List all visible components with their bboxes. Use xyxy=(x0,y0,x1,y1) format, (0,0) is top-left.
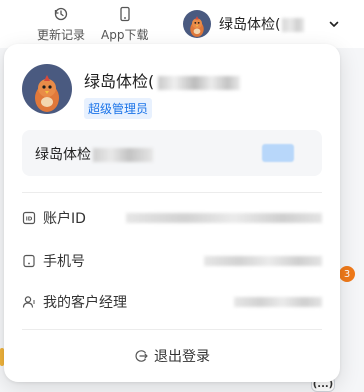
app-download-button[interactable]: App下载 xyxy=(101,6,148,43)
top-bar: 更新记录 App下载 绿岛体检( xyxy=(0,0,364,48)
user-menu-trigger[interactable]: 绿岛体检( xyxy=(183,7,340,41)
role-badge: 超级管理员 xyxy=(84,98,153,119)
page: 3 (...) 更新记录 App下载 绿岛体检(绿岛体检(超级管理员 绿岛体… xyxy=(0,0,364,392)
profile-header: 绿岛体检( 超级管理员 xyxy=(22,64,241,119)
account-id-label: 账户ID xyxy=(43,211,86,227)
user-profile-popover: 绿岛体检( 超级管理员 绿岛体检 ID 账户ID 手机号 我的客户经理 退出登录 xyxy=(4,44,340,382)
organization-name: 绿岛体检 xyxy=(35,144,153,164)
account-manager-label: 我的客户经理 xyxy=(43,295,127,311)
organization-item[interactable]: 绿岛体检 xyxy=(22,130,322,176)
avatar xyxy=(183,10,211,38)
account-id-row: ID 账户ID xyxy=(22,206,322,230)
profile-name: 绿岛体检( xyxy=(84,68,241,92)
svg-text:ID: ID xyxy=(26,217,33,223)
divider xyxy=(22,192,322,193)
phone-row: 手机号 xyxy=(22,249,322,273)
person-icon xyxy=(22,296,35,308)
mobile-icon xyxy=(23,254,35,268)
user-name: 绿岛体检( xyxy=(219,14,305,34)
logout-label: 退出登录 xyxy=(154,349,210,365)
account-id-value xyxy=(126,213,322,223)
account-manager-row: 我的客户经理 xyxy=(22,290,322,314)
notification-badge: 3 xyxy=(339,266,355,282)
avatar xyxy=(22,64,72,114)
changelog-button[interactable]: 更新记录 xyxy=(37,6,85,43)
app-download-label: App下载 xyxy=(101,28,149,42)
changelog-label: 更新记录 xyxy=(37,28,86,42)
account-manager-value xyxy=(234,297,322,307)
divider xyxy=(22,329,322,330)
logout-button[interactable]: 退出登录 xyxy=(4,346,340,366)
chevron-down-icon xyxy=(330,21,339,27)
id-card-icon: ID xyxy=(22,211,36,225)
phone-label: 手机号 xyxy=(43,254,85,270)
logout-icon xyxy=(135,350,148,362)
phone-icon xyxy=(120,6,130,22)
phone-value xyxy=(204,256,322,266)
history-icon xyxy=(54,7,68,21)
organization-tag xyxy=(262,144,294,162)
